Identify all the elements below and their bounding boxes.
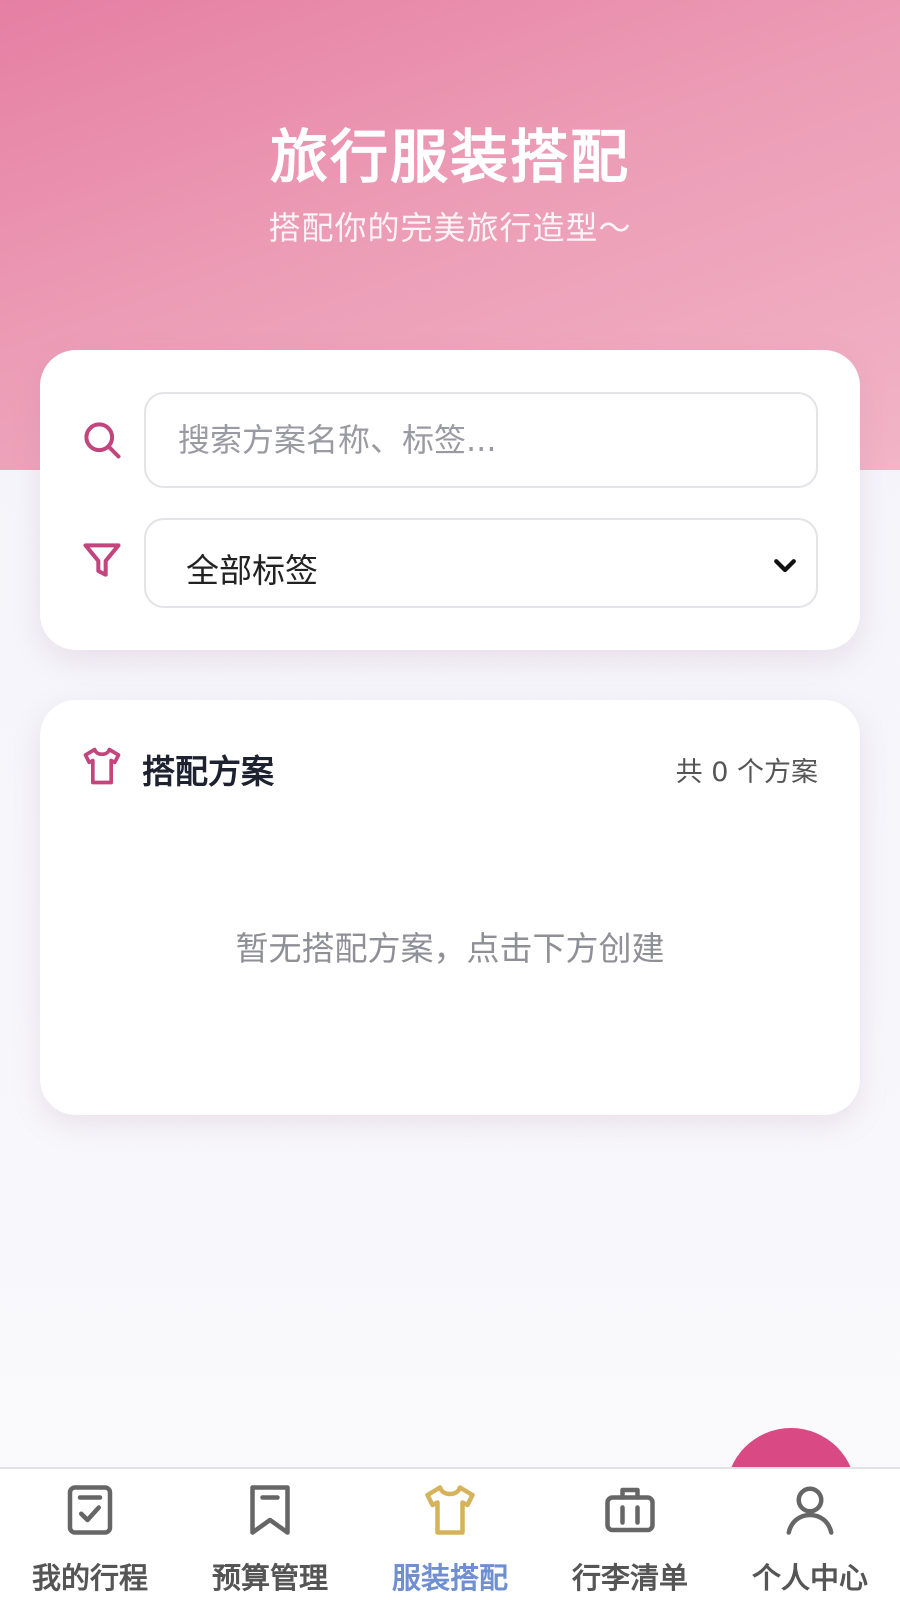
tab-label: 行李清单 [571, 1561, 688, 1595]
empty-state-message: 暂无搭配方案，点击下方创建 [235, 929, 665, 968]
search-input[interactable] [144, 392, 818, 488]
chevron-down-icon [774, 559, 796, 573]
tag-filter-value: 全部标签 [186, 551, 318, 590]
page-subtitle: 搭配你的完美旅行造型～ [268, 209, 632, 247]
filter-icon [83, 543, 121, 577]
suitcase-icon [605, 1487, 655, 1533]
tag-filter-select[interactable]: 全部标签 [144, 518, 818, 608]
outfit-count: 共 0 个方案 [675, 757, 818, 788]
tab-luggage[interactable]: 行李清单 [540, 1469, 720, 1600]
tab-budget[interactable]: 预算管理 [180, 1469, 360, 1600]
itinerary-check-icon [67, 1485, 113, 1535]
tshirt-icon [425, 1485, 475, 1535]
bookmark-icon [250, 1485, 290, 1535]
tab-label: 预算管理 [211, 1561, 328, 1595]
tshirt-icon [83, 747, 121, 785]
page-title: 旅行服装搭配 [269, 123, 630, 191]
user-icon [786, 1486, 834, 1535]
tab-itinerary[interactable]: 我的行程 [0, 1469, 180, 1600]
filter-card: 全部标签 [40, 350, 860, 650]
tab-label: 个人中心 [751, 1561, 868, 1595]
tab-label: 服装搭配 [391, 1561, 508, 1595]
search-icon [84, 422, 121, 459]
bottom-tab-bar: 我的行程 预算管理 服装搭配 行李清单 个人中心 [0, 1467, 900, 1600]
outfit-list-card: 搭配方案 共 0 个方案 暂无搭配方案，点击下方创建 [40, 700, 860, 1115]
tab-outfits[interactable]: 服装搭配 [360, 1469, 540, 1600]
section-title: 搭配方案 [142, 752, 274, 791]
tab-label: 我的行程 [31, 1561, 148, 1595]
tab-profile[interactable]: 个人中心 [720, 1469, 900, 1600]
